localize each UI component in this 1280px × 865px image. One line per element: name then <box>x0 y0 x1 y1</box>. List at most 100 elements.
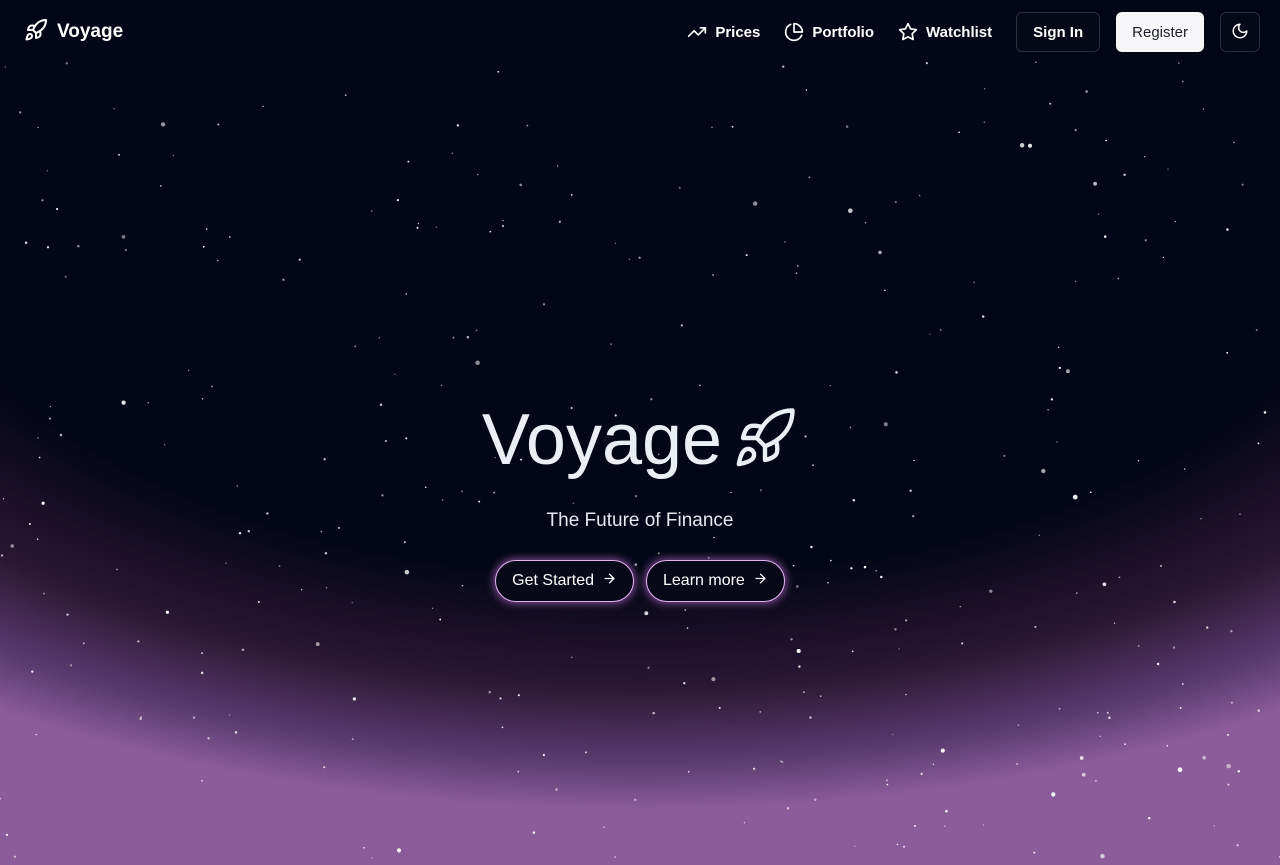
register-button[interactable]: Register <box>1116 12 1204 52</box>
star <box>1167 168 1169 170</box>
star <box>41 199 44 202</box>
star <box>489 230 492 233</box>
star <box>796 265 799 267</box>
star <box>894 628 897 631</box>
star <box>1028 143 1032 148</box>
star <box>1051 792 1056 797</box>
star <box>542 303 546 306</box>
star <box>555 788 558 791</box>
get-started-button[interactable]: Get Started <box>495 560 634 602</box>
star <box>1179 706 1182 709</box>
nav-link-label: Portfolio <box>812 23 875 41</box>
star <box>796 648 801 654</box>
star <box>466 336 470 339</box>
star <box>743 822 746 824</box>
pie-chart-icon <box>784 22 804 42</box>
star <box>435 226 437 228</box>
star <box>784 241 786 243</box>
star <box>1230 701 1233 704</box>
nav-link-prices[interactable]: Prices <box>687 22 760 42</box>
moon-icon <box>1231 22 1249 43</box>
star <box>456 124 460 127</box>
star <box>829 384 831 387</box>
star <box>918 194 921 197</box>
star <box>1202 108 1205 110</box>
star <box>405 293 408 295</box>
star <box>1124 743 1126 746</box>
star <box>202 245 205 248</box>
star <box>808 176 811 179</box>
star <box>1181 80 1184 83</box>
star <box>905 619 908 622</box>
star <box>798 665 801 668</box>
star <box>354 345 357 348</box>
star <box>678 186 681 189</box>
nav-link-label: Prices <box>715 23 761 41</box>
nav-link-watchlist[interactable]: Watchlist <box>898 22 992 42</box>
star <box>1123 173 1126 176</box>
star <box>684 609 687 611</box>
sign-in-button[interactable]: Sign In <box>1016 12 1101 52</box>
star <box>159 184 162 187</box>
star <box>1074 280 1077 283</box>
nav-link-portfolio[interactable]: Portfolio <box>784 22 874 42</box>
star <box>1227 783 1230 786</box>
star <box>898 648 900 650</box>
star <box>1233 141 1235 144</box>
star <box>1105 139 1107 142</box>
top-navbar: Voyage Prices Portfolio Watchlist Sign I… <box>0 0 1280 64</box>
star <box>205 228 208 230</box>
star <box>809 716 812 719</box>
nav-actions: Prices Portfolio Watchlist Sign In Regis… <box>687 12 1260 52</box>
star <box>501 224 505 228</box>
hero-section: Voyage The Future of Finance Get Started <box>0 400 1280 602</box>
star <box>1106 711 1109 714</box>
star <box>1097 213 1100 215</box>
star <box>1257 709 1260 712</box>
star <box>200 671 204 675</box>
star <box>519 183 522 187</box>
star <box>416 226 419 229</box>
star <box>920 772 923 775</box>
star <box>745 254 748 257</box>
star <box>46 246 50 249</box>
star <box>805 89 808 91</box>
star <box>1094 779 1097 782</box>
star <box>711 677 716 682</box>
get-started-label: Get Started <box>512 572 594 589</box>
arrow-right-icon <box>753 571 768 591</box>
brand-name: Voyage <box>57 21 124 42</box>
star <box>217 123 220 126</box>
star <box>64 275 67 278</box>
star <box>139 717 142 720</box>
star <box>614 242 617 245</box>
star <box>13 855 16 858</box>
star <box>1019 143 1025 148</box>
star <box>790 638 793 641</box>
learn-more-button[interactable]: Learn more <box>646 560 785 602</box>
star <box>780 760 782 763</box>
star <box>983 121 986 123</box>
star <box>1255 329 1258 331</box>
brand-logo[interactable]: Voyage <box>24 18 123 47</box>
star <box>1166 744 1169 747</box>
star <box>125 249 127 251</box>
star <box>983 88 986 90</box>
star <box>298 258 301 261</box>
star <box>1226 763 1231 769</box>
star <box>201 652 204 655</box>
star <box>680 324 684 327</box>
star <box>352 697 357 701</box>
star <box>211 385 213 388</box>
star <box>686 627 689 629</box>
star <box>1206 626 1209 629</box>
star <box>1230 630 1233 633</box>
star <box>315 642 320 647</box>
star <box>1033 851 1036 854</box>
theme-toggle-button[interactable] <box>1220 12 1260 52</box>
star <box>895 371 898 374</box>
star <box>1226 733 1230 736</box>
star <box>819 695 822 697</box>
star <box>699 384 701 387</box>
star <box>1174 220 1177 223</box>
